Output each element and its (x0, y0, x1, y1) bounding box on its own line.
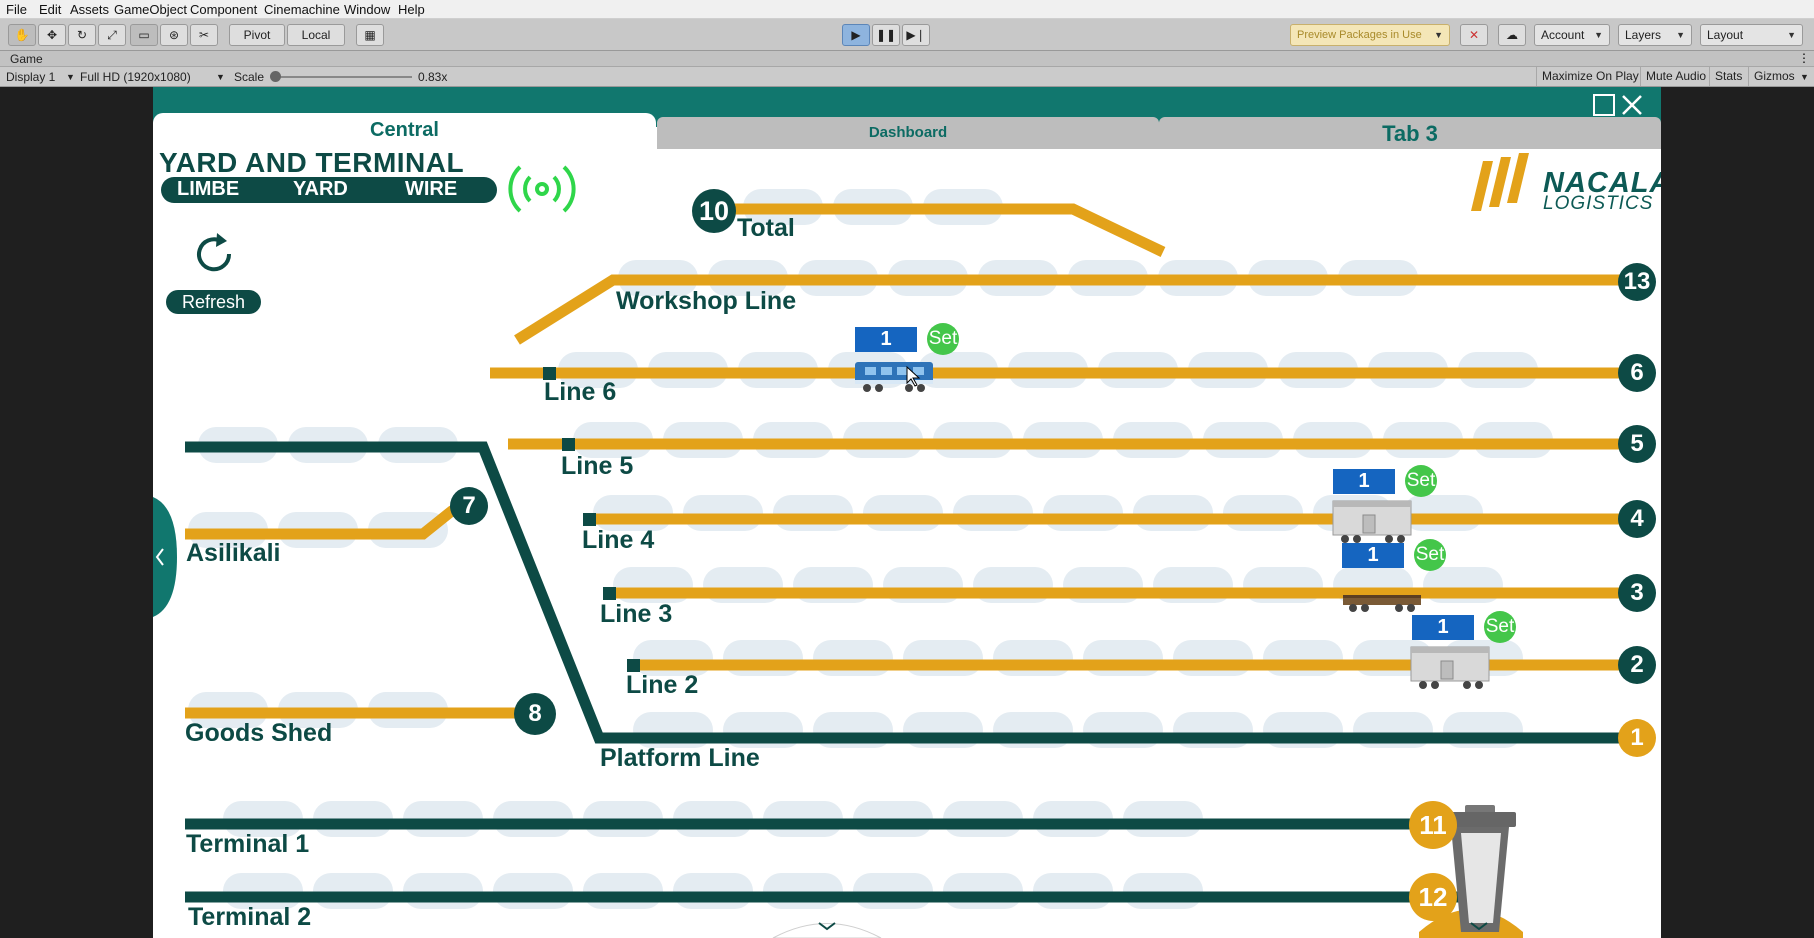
menu-assets[interactable]: Assets (70, 2, 109, 17)
pivot-button[interactable]: Pivot (229, 24, 285, 46)
yard-app: Central Dashboard Tab 3 YARD AND TERMINA… (153, 87, 1661, 938)
layout-dropdown[interactable]: Layout ▼ (1700, 24, 1803, 46)
line-number-badge: 11 (1409, 801, 1457, 849)
menu-window[interactable]: Window (344, 2, 390, 17)
menu-help[interactable]: Help (398, 2, 425, 17)
play-button[interactable]: ▶ (842, 24, 870, 46)
chevron-down-icon: ▼ (1800, 72, 1809, 82)
line-number-badge: 7 (450, 487, 488, 525)
line-label-line3: Line 3 (600, 600, 673, 628)
set-button-line3[interactable]: Set (1414, 539, 1446, 571)
set-button-line4[interactable]: Set (1405, 465, 1437, 497)
wagon-count-line2: 1 (1412, 615, 1474, 640)
scale-slider-track[interactable] (276, 76, 412, 78)
layers-label: Layers (1625, 28, 1662, 42)
game-tab[interactable]: Game ⋮ (0, 51, 1814, 67)
wagon-count-line4: 1 (1333, 469, 1395, 494)
line-label-line2: Line 2 (626, 671, 699, 699)
rect-tool-icon[interactable]: ▭ (130, 24, 158, 46)
layout-label: Layout (1707, 28, 1744, 42)
preview-packages-dropdown[interactable]: Preview Packages in Use ▼ (1290, 24, 1450, 46)
menu-edit[interactable]: Edit (39, 2, 61, 17)
line-label-line6: Line 6 (544, 378, 617, 406)
account-label: Account (1541, 28, 1585, 42)
layers-dropdown[interactable]: Layers ▼ (1618, 24, 1692, 46)
wagon-line2[interactable] (1410, 646, 1490, 689)
line-label-platform: Platform Line (600, 744, 760, 772)
local-button[interactable]: Local (287, 24, 345, 46)
pause-button[interactable]: ❚❚ (872, 24, 900, 46)
menu-cinemachine[interactable]: Cinemachine (264, 2, 340, 17)
scale-tool-icon[interactable]: ⤢ (98, 24, 126, 46)
game-view-toolbar: Display 1 ▼ Full HD (1920x1080) ▼ Scale … (0, 67, 1814, 87)
line-label-line5: Line 5 (561, 452, 634, 480)
line-label-total: Total (737, 214, 795, 242)
chevron-down-icon: ▼ (1434, 30, 1443, 40)
scale-label: Scale (234, 70, 265, 84)
line-number-badge: 10 (692, 189, 736, 233)
wagon-line3[interactable] (1343, 595, 1421, 612)
scale-value: 0.83x (418, 70, 448, 84)
more-options-icon[interactable]: ⋮ (1798, 51, 1810, 65)
bottom-drawer-handle[interactable] (772, 923, 882, 938)
rotate-tool-icon[interactable]: ↻ (68, 24, 96, 46)
toolbar: ✋ ✥ ↻ ⤢ ▭ ⊛ ✂ Pivot Local ▦ ▶ ❚❚ ▶❘ Prev… (0, 19, 1814, 51)
line-number-badge: 1 (1618, 719, 1656, 757)
pivot-label: Pivot (243, 28, 271, 42)
scale-slider-handle[interactable] (270, 71, 281, 82)
local-label: Local (301, 28, 331, 42)
chevron-down-icon: ▼ (1787, 30, 1796, 40)
custom-tool-icon[interactable]: ✂ (190, 24, 218, 46)
menu-component[interactable]: Component (190, 2, 257, 17)
line-label-goods-shed: Goods Shed (185, 719, 333, 747)
resolution-dropdown[interactable]: Full HD (1920x1080) (80, 70, 191, 84)
hand-tool-icon[interactable]: ✋ (8, 24, 36, 46)
line-number-badge: 13 (1618, 263, 1656, 301)
maximize-on-play-toggle[interactable]: Maximize On Play (1536, 67, 1644, 86)
gizmos-toggle[interactable]: Gizmos (1748, 67, 1800, 86)
line-label-terminal1: Terminal 1 (186, 830, 310, 858)
menu-bar: File Edit Assets GameObject Component Ci… (0, 0, 1814, 19)
line-label-workshop: Workshop Line (616, 287, 797, 315)
line-label-line4: Line 4 (582, 526, 655, 554)
line-number-badge: 5 (1618, 425, 1656, 463)
chevron-down-icon: ▼ (1594, 30, 1603, 40)
account-dropdown[interactable]: Account ▼ (1534, 24, 1610, 46)
line-label-asilikali: Asilikali (186, 539, 281, 567)
set-button-line6[interactable]: Set (927, 323, 959, 355)
line-number-badge: 8 (514, 693, 556, 735)
menu-file[interactable]: File (6, 2, 27, 17)
menu-gameobject[interactable]: GameObject (114, 2, 187, 17)
set-button-line2[interactable]: Set (1484, 611, 1516, 643)
cloud-icon[interactable]: ☁ (1498, 24, 1526, 46)
collab-icon[interactable]: ✕ (1460, 24, 1488, 46)
line-label-terminal2: Terminal 2 (188, 903, 312, 931)
line-number-badge: 4 (1618, 500, 1656, 538)
mute-audio-toggle[interactable]: Mute Audio (1640, 67, 1711, 86)
line-number-badge: 6 (1618, 354, 1656, 392)
grid-snap-icon[interactable]: ▦ (356, 24, 384, 46)
chevron-down-icon: ▼ (1676, 30, 1685, 40)
preview-packages-label: Preview Packages in Use (1297, 29, 1422, 41)
stats-toggle[interactable]: Stats (1709, 67, 1747, 86)
line-number-badge: 2 (1618, 646, 1656, 684)
step-button[interactable]: ▶❘ (902, 24, 930, 46)
line-number-badge: 12 (1409, 873, 1457, 921)
chevron-down-icon: ▼ (216, 72, 225, 82)
move-tool-icon[interactable]: ✥ (38, 24, 66, 46)
wagon-count-line3: 1 (1342, 543, 1404, 568)
transform-tool-icon[interactable]: ⊛ (160, 24, 188, 46)
wagon-line4[interactable] (1332, 500, 1412, 543)
line-number-badge: 3 (1618, 574, 1656, 612)
display-dropdown[interactable]: Display 1 (6, 70, 55, 84)
wagon-count-line6: 1 (855, 327, 917, 352)
game-tab-label: Game (10, 52, 43, 66)
chevron-down-icon: ▼ (66, 72, 75, 82)
